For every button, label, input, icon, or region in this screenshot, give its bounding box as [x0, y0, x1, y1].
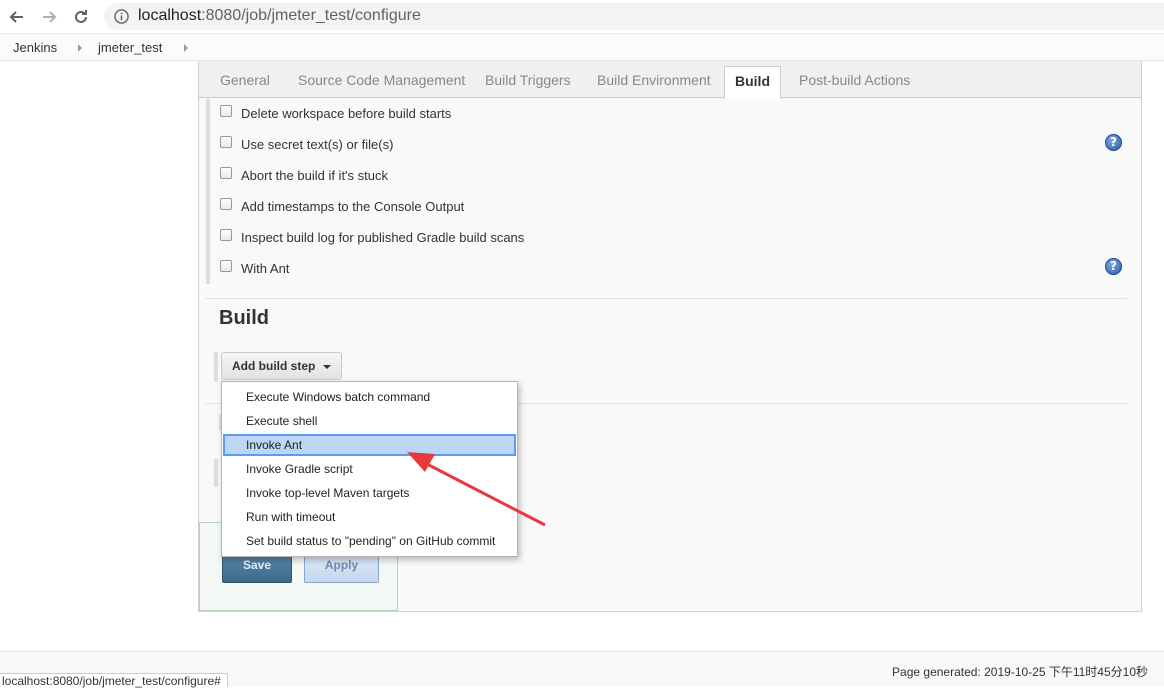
breadcrumb-chevron-icon[interactable] [78, 44, 82, 52]
add-build-step-label: Add build step [232, 359, 316, 373]
menu-item-windows-batch[interactable]: Execute Windows batch command [223, 386, 516, 408]
breadcrumb-jenkins[interactable]: Jenkins [13, 40, 57, 55]
checkbox[interactable] [220, 198, 232, 210]
option-label: Inspect build log for published Gradle b… [241, 229, 525, 245]
status-bar-url: localhost:8080/job/jmeter_test/configure… [0, 673, 228, 688]
url-text: localhost:8080/job/jmeter_test/configure [138, 7, 421, 25]
info-icon[interactable] [114, 9, 129, 24]
checkbox[interactable] [220, 229, 232, 241]
option-label: With Ant [241, 260, 290, 276]
option-label: Delete workspace before build starts [241, 105, 452, 121]
checkbox[interactable] [220, 260, 232, 272]
partial-rail [214, 459, 218, 487]
reload-button[interactable] [69, 5, 93, 29]
option-label: Add timestamps to the Console Output [241, 198, 465, 214]
tab-build-environment[interactable]: Build Environment [597, 61, 711, 98]
help-icon[interactable]: ? [1105, 258, 1122, 275]
add-build-step-button[interactable]: Add build step [221, 352, 342, 380]
option-secret-text[interactable]: Use secret text(s) or file(s) [220, 133, 393, 155]
option-timestamps[interactable]: Add timestamps to the Console Output [220, 195, 464, 217]
breadcrumb-chevron-icon[interactable] [184, 44, 188, 52]
config-tabbar: General Source Code Management Build Tri… [199, 61, 1141, 99]
option-label: Use secret text(s) or file(s) [241, 136, 394, 152]
tab-general[interactable]: General [220, 61, 270, 98]
section-rail [206, 99, 210, 284]
page-generated-text: Page generated: 2019-10-25 下午11时45分10秒 [892, 665, 1148, 679]
caret-down-icon [323, 365, 331, 369]
checkbox[interactable] [220, 105, 232, 117]
url-path: :8080/job/jmeter_test/configure [201, 7, 421, 24]
forward-arrow-icon [43, 11, 57, 23]
checkbox[interactable] [220, 136, 232, 148]
menu-item-execute-shell[interactable]: Execute shell [223, 410, 516, 432]
back-button[interactable] [5, 5, 29, 29]
option-label: Abort the build if it's stuck [241, 167, 388, 183]
option-delete-workspace[interactable]: Delete workspace before build starts [220, 102, 451, 124]
breadcrumb-job[interactable]: jmeter_test [98, 40, 162, 55]
forward-button[interactable] [37, 5, 61, 29]
option-with-ant[interactable]: With Ant [220, 257, 289, 279]
back-arrow-icon [9, 11, 23, 23]
annotation-arrow-icon [407, 452, 546, 527]
build-section-title: Build [219, 307, 269, 329]
option-abort-stuck[interactable]: Abort the build if it's stuck [220, 164, 388, 186]
tab-post-build-actions[interactable]: Post-build Actions [799, 61, 910, 98]
help-icon[interactable]: ? [1105, 134, 1122, 151]
reload-icon [75, 10, 87, 23]
browser-toolbar: localhost:8080/job/jmeter_test/configure [0, 0, 1164, 34]
tab-build[interactable]: Build [724, 66, 781, 99]
section-divider [205, 298, 1127, 299]
tab-source-code-management[interactable]: Source Code Management [298, 61, 465, 98]
step-rail [214, 352, 218, 382]
breadcrumb: Jenkins jmeter_test [0, 34, 1164, 61]
checkbox[interactable] [220, 167, 232, 179]
tab-build-triggers[interactable]: Build Triggers [485, 61, 571, 98]
url-host: localhost [138, 7, 202, 24]
option-gradle-scans[interactable]: Inspect build log for published Gradle b… [220, 226, 524, 248]
address-bar[interactable]: localhost:8080/job/jmeter_test/configure [104, 3, 1164, 30]
